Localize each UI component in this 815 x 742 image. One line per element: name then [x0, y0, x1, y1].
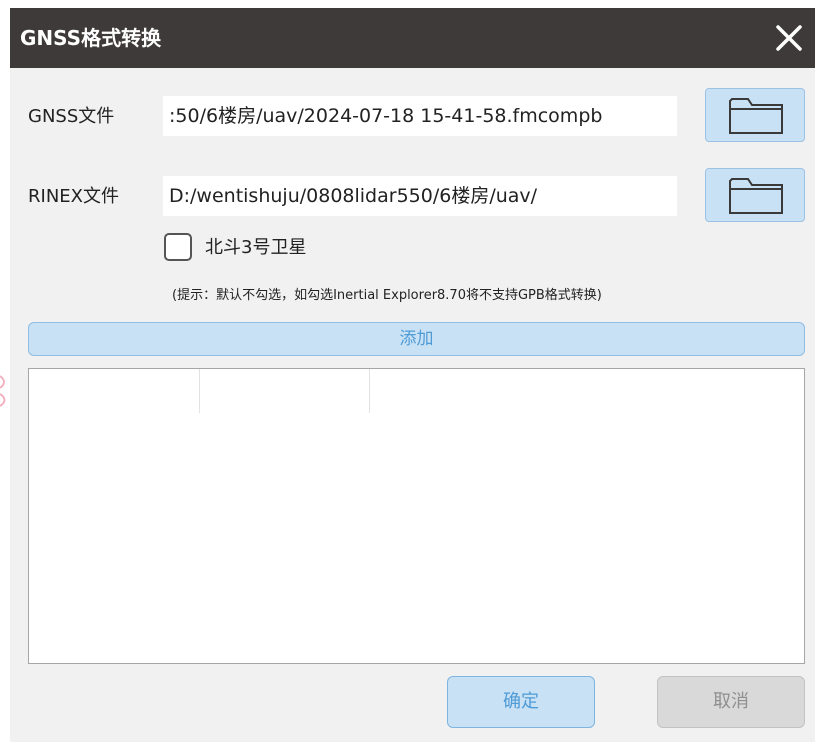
watermark-fragment	[0, 368, 10, 448]
gnss-convert-dialog: GNSS格式转换 GNSS文件 :50/6楼房/uav/2024-07-18 1…	[0, 0, 815, 742]
title-bar[interactable]: GNSS格式转换	[10, 8, 815, 68]
gnss-browse-button[interactable]	[705, 88, 805, 142]
rinex-browse-button[interactable]	[705, 168, 805, 222]
gnss-file-label: GNSS文件	[28, 106, 115, 127]
file-list[interactable]	[28, 368, 805, 664]
rinex-file-label: RINEX文件	[28, 186, 119, 207]
cancel-button[interactable]: 取消	[657, 676, 805, 728]
ok-button[interactable]: 确定	[447, 676, 595, 728]
rinex-file-field[interactable]: D:/wentishuju/0808lidar550/6楼房/uav/	[163, 176, 677, 216]
gnss-file-field[interactable]: :50/6楼房/uav/2024-07-18 15-41-58.fmcompb	[163, 96, 677, 136]
add-button[interactable]: 添加	[28, 322, 805, 356]
column-divider	[369, 369, 370, 413]
window-title: GNSS格式转换	[20, 26, 162, 50]
beidou3-checkbox[interactable]	[164, 233, 192, 261]
column-divider	[199, 369, 200, 413]
hint-text: (提示：默认不勾选，如勾选Inertial Explorer8.70将不支持GP…	[172, 288, 602, 303]
close-icon	[771, 20, 807, 56]
close-button[interactable]	[771, 20, 807, 56]
beidou3-label: 北斗3号卫星	[205, 237, 307, 258]
